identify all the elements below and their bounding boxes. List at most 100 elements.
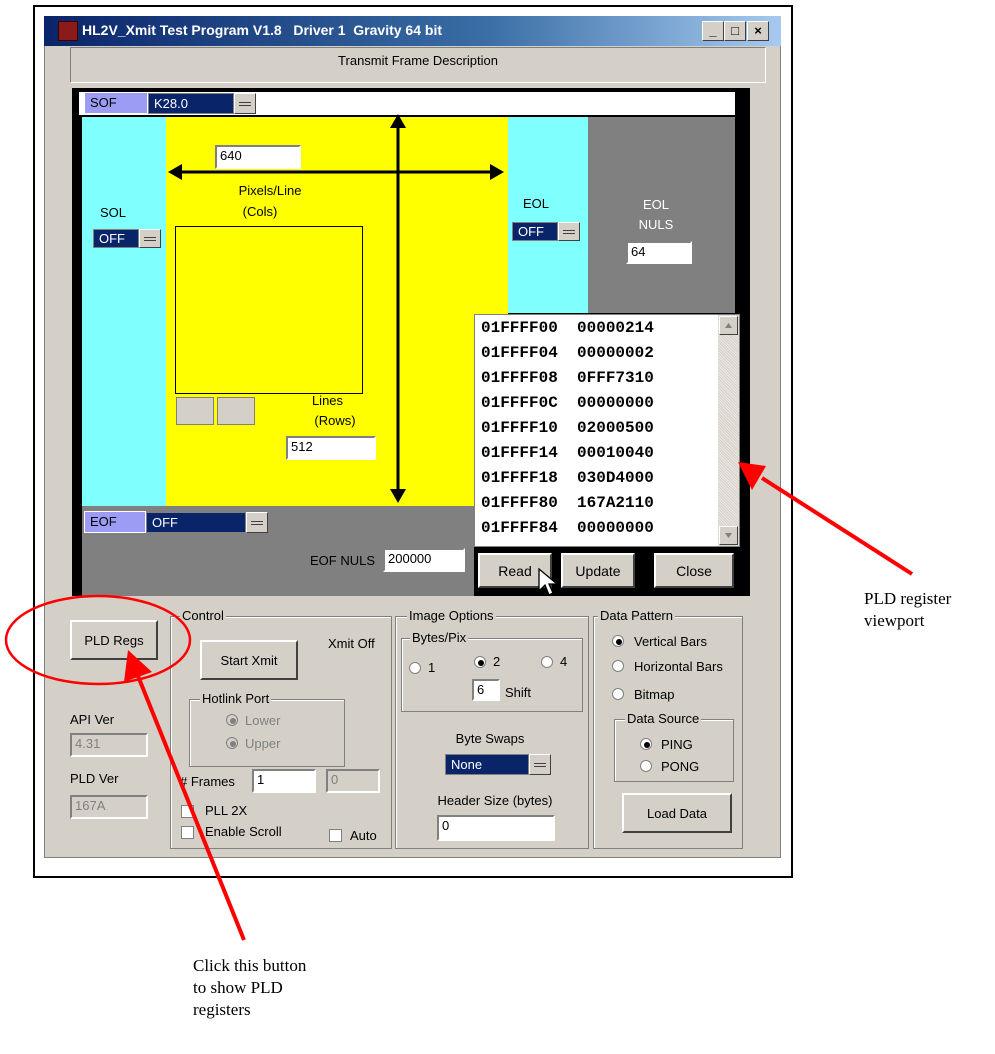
image-preview-box bbox=[175, 226, 363, 394]
lower-label: Lower bbox=[245, 713, 281, 728]
load-data-button[interactable]: Load Data bbox=[622, 793, 732, 833]
window-title: HL2V_Xmit Test Program V1.8 Driver 1 Gra… bbox=[82, 22, 442, 38]
vertical-bars-radio[interactable] bbox=[612, 635, 624, 647]
header-size-label: Header Size (bytes) bbox=[437, 793, 553, 808]
sol-region bbox=[82, 117, 166, 506]
data-pattern-label: Data Pattern bbox=[598, 608, 675, 623]
eol-select[interactable]: OFF bbox=[512, 222, 558, 241]
bitmap-radio[interactable] bbox=[612, 688, 624, 700]
frame-description-header: Transmit Frame Description bbox=[70, 47, 766, 83]
register-row: 01FFFF00 00000214 bbox=[481, 319, 654, 337]
ping-label: PING bbox=[661, 737, 693, 752]
eol-nuls-region bbox=[588, 117, 735, 313]
xmit-status: Xmit Off bbox=[328, 636, 375, 651]
byte-swaps-select[interactable]: None bbox=[445, 754, 529, 775]
register-row: 01FFFF14 00010040 bbox=[481, 444, 654, 462]
eof-spinner[interactable] bbox=[246, 512, 268, 533]
pixels-line-label: Pixels/Line bbox=[238, 183, 302, 198]
rows-label: (Rows) bbox=[314, 413, 356, 428]
frames-count-field: 0 bbox=[326, 769, 380, 793]
sof-label: SOF bbox=[84, 92, 148, 114]
eol-nuls-label-2: NULS bbox=[638, 217, 674, 232]
eol-nuls-input[interactable]: 64 bbox=[626, 241, 692, 264]
auto-label: Auto bbox=[350, 828, 377, 843]
viewport-annotation: PLD register viewport bbox=[864, 589, 952, 630]
lines-input[interactable]: 512 bbox=[286, 436, 376, 460]
pld-register-list[interactable]: 01FFFF00 00000214 01FFFF04 00000002 01FF… bbox=[474, 314, 740, 547]
bytes-4-radio[interactable] bbox=[541, 656, 553, 668]
hotlink-port-group bbox=[189, 699, 345, 767]
lines-label: Lines bbox=[311, 393, 344, 408]
bitmap-label: Bitmap bbox=[634, 687, 675, 702]
horizontal-bars-radio[interactable] bbox=[612, 660, 624, 672]
upper-label: Upper bbox=[245, 736, 281, 751]
app-icon bbox=[58, 21, 78, 41]
close-registers-button[interactable]: Close bbox=[654, 553, 734, 588]
auto-checkbox[interactable] bbox=[329, 829, 342, 842]
register-row: 01FFFF10 02000500 bbox=[481, 419, 654, 437]
eof-nuls-input[interactable]: 200000 bbox=[383, 548, 465, 572]
frames-input[interactable]: 1 bbox=[252, 769, 316, 793]
sol-select[interactable]: OFF bbox=[93, 229, 139, 248]
api-ver-field: 4.31 bbox=[70, 733, 148, 757]
image-options-label: Image Options bbox=[407, 608, 496, 623]
byte-swaps-spinner[interactable] bbox=[529, 754, 551, 775]
api-ver-label: API Ver bbox=[70, 712, 115, 727]
eol-nuls-label-1: EOL bbox=[642, 197, 669, 212]
bytes-1-radio[interactable] bbox=[409, 662, 421, 674]
frames-label: # Frames bbox=[180, 774, 235, 789]
register-row: 01FFFF18 030D4000 bbox=[481, 469, 654, 487]
cols-label: (Cols) bbox=[242, 204, 278, 219]
scroll-down-icon[interactable] bbox=[719, 526, 738, 545]
pld-ver-field: 167A bbox=[70, 795, 148, 819]
start-xmit-button[interactable]: Start Xmit bbox=[200, 640, 298, 680]
eol-region bbox=[508, 117, 588, 313]
data-source-label: Data Source bbox=[625, 711, 702, 726]
register-scrollbar[interactable] bbox=[718, 315, 739, 546]
enable-scroll-checkbox[interactable] bbox=[181, 826, 194, 839]
eol-label: EOL bbox=[522, 196, 549, 211]
vertical-bars-label: Vertical Bars bbox=[634, 634, 707, 649]
bytes-pix-label: Bytes/Pix bbox=[410, 630, 469, 645]
pong-label: PONG bbox=[661, 759, 700, 774]
maximize-button[interactable]: □ bbox=[724, 21, 746, 41]
pld-regs-button[interactable]: PLD Regs bbox=[70, 620, 158, 660]
pixels-per-line-input[interactable]: 640 bbox=[215, 145, 301, 169]
bytes-2-radio[interactable] bbox=[474, 656, 486, 668]
pll-2x-label: PLL 2X bbox=[205, 803, 248, 818]
upper-radio[interactable] bbox=[226, 737, 238, 749]
eof-label: EOF bbox=[84, 511, 146, 533]
bytes-4-label: 4 bbox=[560, 654, 568, 669]
register-row: 01FFFF80 167A2110 bbox=[481, 494, 654, 512]
hotlink-port-label: Hotlink Port bbox=[200, 691, 272, 706]
horizontal-bars-label: Horizontal Bars bbox=[634, 659, 723, 674]
pld-ver-label: PLD Ver bbox=[70, 771, 119, 786]
register-row: 01FFFF84 00000000 bbox=[481, 519, 654, 537]
pll-2x-checkbox[interactable] bbox=[181, 805, 194, 818]
enable-scroll-label: Enable Scroll bbox=[205, 824, 282, 839]
shift-label: Shift bbox=[505, 685, 532, 700]
shift-input[interactable]: 6 bbox=[472, 679, 500, 701]
header-size-input[interactable]: 0 bbox=[437, 815, 555, 841]
byte-swaps-label: Byte Swaps bbox=[455, 731, 525, 746]
control-group-label: Control bbox=[180, 608, 226, 623]
preview-cell-2 bbox=[217, 397, 255, 425]
mouse-cursor-icon bbox=[538, 567, 559, 596]
preview-cell-1 bbox=[176, 397, 214, 425]
lower-radio[interactable] bbox=[226, 714, 238, 726]
ping-radio[interactable] bbox=[640, 738, 652, 750]
sol-label: SOL bbox=[99, 205, 126, 220]
eof-select[interactable]: OFF bbox=[146, 512, 246, 533]
close-window-button[interactable]: × bbox=[747, 21, 769, 41]
register-row: 01FFFF04 00000002 bbox=[481, 344, 654, 362]
minimize-button[interactable]: _ bbox=[702, 21, 724, 41]
bytes-2-label: 2 bbox=[493, 654, 501, 669]
register-row: 01FFFF08 0FFF7310 bbox=[481, 369, 654, 387]
sol-spinner[interactable] bbox=[139, 229, 161, 248]
scroll-up-icon[interactable] bbox=[719, 316, 738, 335]
pong-radio[interactable] bbox=[640, 760, 652, 772]
update-button[interactable]: Update bbox=[561, 553, 635, 588]
eof-nuls-label: EOF NULS bbox=[310, 553, 376, 568]
button-annotation: Click this button to show PLD registers bbox=[193, 956, 307, 1019]
eol-spinner[interactable] bbox=[558, 222, 580, 241]
